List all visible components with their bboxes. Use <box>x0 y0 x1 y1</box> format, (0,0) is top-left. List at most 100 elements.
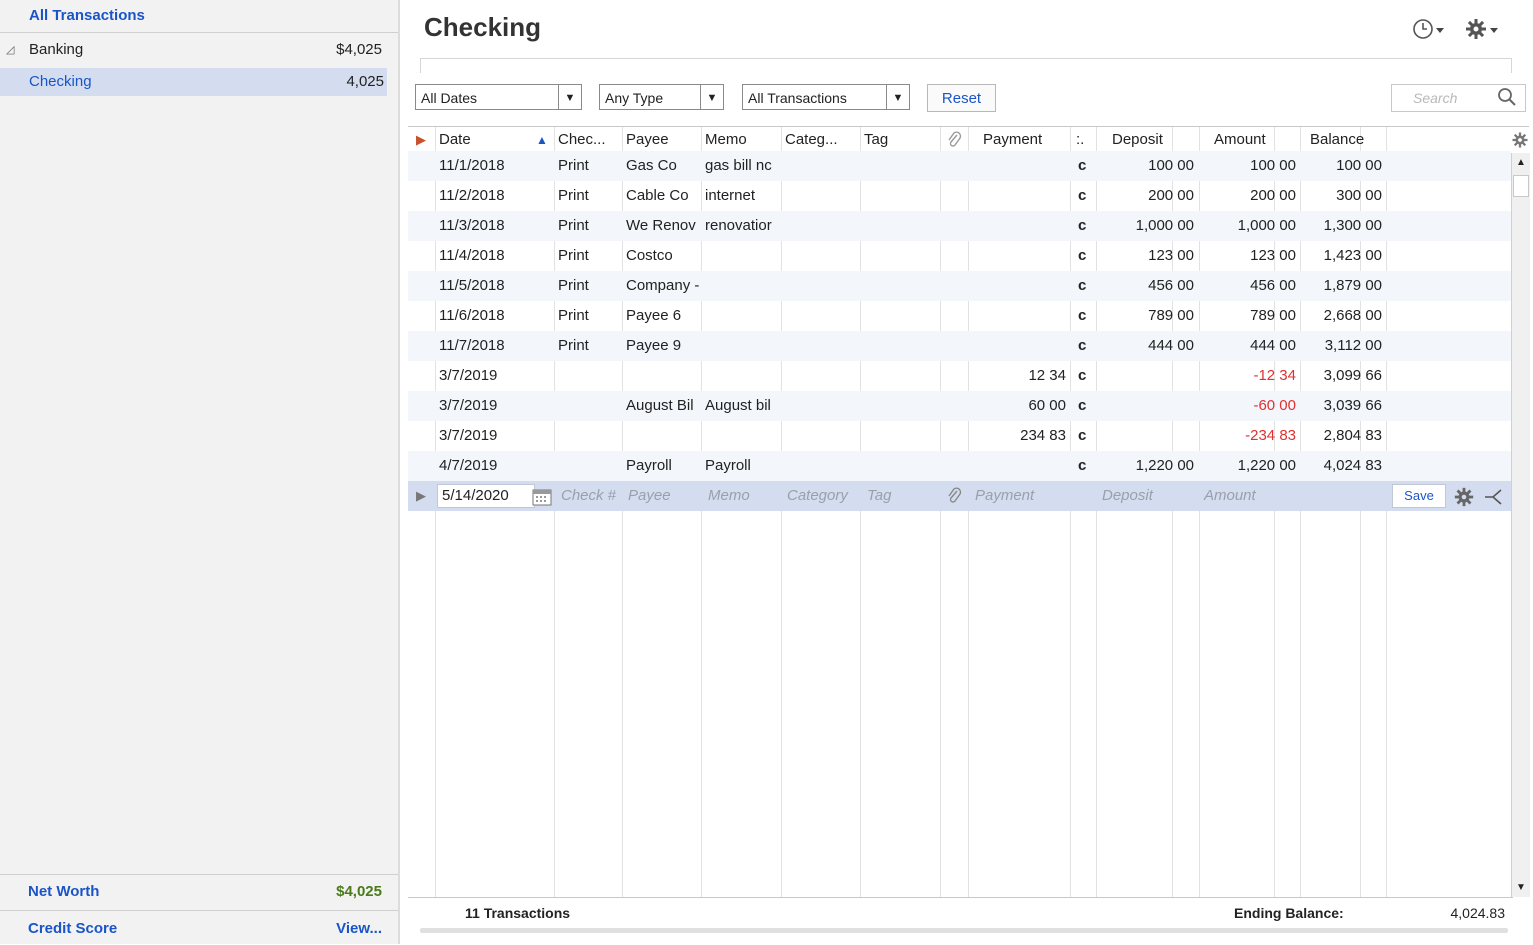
cell-balance: 3,112 00 <box>1324 337 1382 354</box>
entry-check-input[interactable]: Check # <box>561 481 616 511</box>
scrollbar-thumb[interactable] <box>1513 175 1529 197</box>
search-input[interactable]: Search <box>1391 84 1526 112</box>
group-banking[interactable]: ◿ Banking $4,025 <box>0 34 398 66</box>
reset-button[interactable]: Reset <box>927 84 996 112</box>
calendar-icon[interactable] <box>532 487 552 517</box>
cell-check: Print <box>558 187 589 204</box>
table-row[interactable]: 11/4/2018 Print Costco c 123 00 123 00 1,423 0… <box>408 241 1511 271</box>
cell-cleared: c <box>1078 277 1087 294</box>
credit-score-view-link[interactable]: View... <box>336 913 382 945</box>
table-row[interactable]: 3/7/2019 12 34 c -12 34 3,099 66 <box>408 361 1511 391</box>
entry-options-gear-icon[interactable] <box>1453 486 1475 519</box>
cell-cleared: c <box>1078 307 1087 324</box>
column-payment[interactable]: Payment <box>983 127 1043 154</box>
column-balance[interactable]: Balance <box>1310 127 1365 154</box>
group-banking-value: $4,025 <box>336 41 382 58</box>
cell-check: Print <box>558 157 589 174</box>
cell-cleared: c <box>1078 337 1087 354</box>
column-date[interactable]: Date <box>439 127 471 154</box>
vertical-scrollbar[interactable]: ▲ ▼ <box>1511 153 1530 897</box>
scroll-up-arrow-icon[interactable]: ▲ <box>1516 157 1526 168</box>
cell-date: 4/7/2019 <box>439 457 498 474</box>
entry-payee-input[interactable]: Payee <box>628 481 671 511</box>
cell-check: Print <box>558 277 589 294</box>
cell-payee: Company - <box>626 277 700 294</box>
column-tag[interactable]: Tag <box>864 127 889 154</box>
table-row[interactable]: 11/2/2018 Print Cable Co internet c 200 00 200… <box>408 181 1511 211</box>
column-amount[interactable]: Amount <box>1214 127 1266 154</box>
cell-payee: August Bil <box>626 397 694 414</box>
table-row[interactable]: 3/7/2019 August Bil August bil 60 00 c -60 00… <box>408 391 1511 421</box>
column-memo[interactable]: Memo <box>705 127 747 154</box>
cell-date: 11/6/2018 <box>439 307 505 324</box>
split-transaction-icon[interactable] <box>1483 486 1505 519</box>
gear-icon[interactable] <box>1464 16 1500 48</box>
entry-payment-input[interactable]: Payment <box>975 481 1034 511</box>
sort-ascending-icon: ▲ <box>536 127 548 154</box>
cell-amount: 123 00 <box>1250 247 1296 264</box>
cell-cleared: c <box>1078 457 1087 474</box>
transactions-filter-dropdown[interactable]: All Transactions ▼ <box>742 84 910 110</box>
table-row[interactable]: 11/1/2018 Print Gas Co gas bill nc c 100 00 10… <box>408 151 1511 181</box>
cell-check: Print <box>558 307 589 324</box>
sidebar-item-checking[interactable]: Checking 4,025 <box>0 66 398 98</box>
table-row[interactable]: 11/5/2018 Print Company - c 456 00 456 00 1,87… <box>408 271 1511 301</box>
attach-paperclip-icon[interactable] <box>946 486 962 517</box>
column-payee[interactable]: Payee <box>626 127 669 154</box>
entry-date-input[interactable]: 5/14/2020 <box>437 484 535 508</box>
divider <box>0 32 398 33</box>
search-icon[interactable] <box>1497 87 1517 115</box>
clock-icon[interactable] <box>1412 16 1446 48</box>
pointer-arrow-icon: ▶ <box>416 488 426 503</box>
cell-balance: 3,039 66 <box>1323 397 1382 414</box>
cell-date: 3/7/2019 <box>439 427 498 444</box>
cell-balance: 1,879 00 <box>1323 277 1382 294</box>
cell-memo: internet <box>705 187 756 204</box>
save-button[interactable]: Save <box>1392 484 1446 508</box>
all-transactions-link[interactable]: All Transactions <box>0 0 398 32</box>
paperclip-icon[interactable] <box>946 127 962 154</box>
entry-tag-input[interactable]: Tag <box>867 481 891 511</box>
table-row[interactable]: 3/7/2019 234 83 c -234 83 2,804 83 <box>408 421 1511 451</box>
type-filter-dropdown[interactable]: Any Type ▼ <box>599 84 724 110</box>
cell-payee: Costco <box>626 247 673 264</box>
entry-amount-input[interactable]: Amount <box>1204 481 1256 511</box>
chevron-down-icon: ▼ <box>558 85 581 109</box>
cell-deposit: 789 00 <box>1148 307 1194 324</box>
column-check[interactable]: Chec... <box>558 127 606 154</box>
cell-amount: 1,000 00 <box>1237 217 1296 234</box>
date-filter-dropdown[interactable]: All Dates ▼ <box>415 84 582 110</box>
table-row[interactable]: 11/3/2018 Print We Renov renovatior c 1,000 0… <box>408 211 1511 241</box>
cell-cleared: c <box>1078 187 1087 204</box>
cell-amount: 444 00 <box>1250 337 1296 354</box>
cell-amount: 789 00 <box>1250 307 1296 324</box>
column-deposit[interactable]: Deposit <box>1112 127 1163 154</box>
column-cleared[interactable]: :. <box>1076 127 1085 154</box>
scroll-down-arrow-icon[interactable]: ▼ <box>1516 882 1526 893</box>
collapse-triangle-icon[interactable]: ◿ <box>6 34 14 66</box>
horizontal-scrollbar[interactable] <box>420 928 1508 933</box>
entry-deposit-input[interactable]: Deposit <box>1102 481 1153 511</box>
account-sidebar: All Transactions ◿ Banking $4,025 Checki… <box>0 0 400 944</box>
table-row[interactable]: 11/6/2018 Print Payee 6 c 789 00 789 00 2,668 … <box>408 301 1511 331</box>
cell-memo: Payroll <box>705 457 751 474</box>
column-category[interactable]: Categ... <box>785 127 838 154</box>
entry-memo-input[interactable]: Memo <box>708 481 750 511</box>
cell-payee: We Renov <box>626 217 696 234</box>
column-settings-gear-icon[interactable] <box>1511 127 1529 154</box>
credit-score-row[interactable]: Credit Score View... <box>0 913 398 945</box>
table-row[interactable]: 4/7/2019 Payroll Payroll c 1,220 00 1,220 00 4… <box>408 451 1511 481</box>
cell-date: 11/3/2018 <box>439 217 505 234</box>
cell-payee: Gas Co <box>626 157 677 174</box>
transaction-count: 11 Transactions <box>465 905 571 921</box>
cell-cleared: c <box>1078 157 1087 174</box>
net-worth-row[interactable]: Net Worth $4,025 <box>0 876 398 908</box>
entry-category-input[interactable]: Category <box>787 481 848 511</box>
table-row[interactable]: 11/7/2018 Print Payee 9 c 444 00 444 00 3,112 … <box>408 331 1511 361</box>
ending-balance-value: 4,024.83 <box>1450 905 1506 921</box>
cell-deposit: 456 00 <box>1148 277 1194 294</box>
group-banking-label: Banking <box>29 41 84 58</box>
cell-deposit: 123 00 <box>1148 247 1194 264</box>
cell-cleared: c <box>1078 367 1087 384</box>
cell-amount: -234 83 <box>1245 427 1296 444</box>
